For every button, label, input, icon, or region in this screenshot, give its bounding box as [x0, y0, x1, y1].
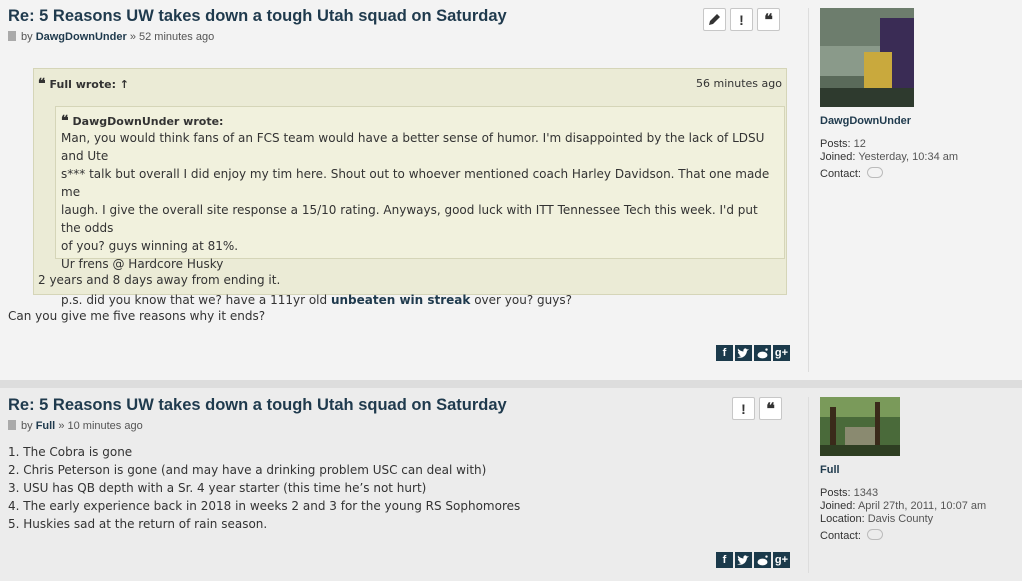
twitter-icon: [737, 554, 749, 565]
share-buttons: f g+: [716, 552, 790, 568]
author-profile: Full Posts: 1343 Joined: April 27th, 201…: [808, 397, 1022, 573]
author-link[interactable]: Full: [36, 420, 56, 432]
exclamation-icon: !: [741, 400, 746, 417]
share-buttons: f g+: [716, 345, 790, 361]
post-time[interactable]: » 52 minutes ago: [130, 31, 214, 43]
profile-posts: Posts: 12: [820, 138, 866, 150]
post-title[interactable]: Re: 5 Reasons UW takes down a tough Utah…: [8, 7, 507, 26]
author-profile: DawgDownUnder Posts: 12 Joined: Yesterda…: [808, 8, 1022, 372]
speech-bubble-icon[interactable]: [867, 167, 884, 178]
post-body: Can you give me five reasons why it ends…: [8, 309, 266, 323]
post-actions: ! ❝: [732, 397, 782, 420]
facebook-share-button[interactable]: f: [716, 552, 733, 568]
report-button[interactable]: !: [730, 8, 753, 31]
profile-contact: Contact:: [820, 529, 1022, 543]
post-icon: [8, 31, 16, 41]
avatar[interactable]: [820, 8, 914, 107]
quote-icon: ❝: [766, 399, 775, 418]
quote-button[interactable]: ❝: [757, 8, 780, 31]
quote-author-link[interactable]: Full wrote: ↑: [50, 78, 129, 91]
twitter-share-button[interactable]: [735, 552, 752, 568]
blockquote: ❝ Full wrote: ↑ 56 minutes ago ❝ DawgDownU…: [33, 68, 787, 307]
google-plus-share-button[interactable]: g+: [773, 552, 790, 568]
list-item: 2. Chris Peterson is gone (and may have …: [8, 463, 487, 477]
profile-username[interactable]: Full: [820, 464, 1022, 476]
post-byline: by Full » 10 minutes ago: [8, 420, 143, 432]
profile-contact: Contact:: [820, 167, 1022, 181]
twitter-share-button[interactable]: [735, 345, 752, 361]
inner-quote-header: ❝ DawgDownUnder wrote:: [61, 113, 224, 129]
quote-button[interactable]: ❝: [759, 397, 782, 420]
post-divider: [0, 380, 1022, 388]
list-item: 4. The early experience back in 2018 in …: [8, 499, 521, 513]
quote-icon: ❝: [38, 76, 46, 92]
quote-icon: ❝: [764, 10, 773, 29]
nested-blockquote: ❝ DawgDownUnder wrote: Man, you would thi…: [55, 106, 785, 307]
post-title[interactable]: Re: 5 Reasons UW takes down a tough Utah…: [8, 396, 507, 415]
reddit-icon: [757, 347, 768, 358]
post-body: 1. The Cobra is gone 2. Chris Peterson i…: [8, 443, 520, 533]
reddit-icon: [757, 554, 768, 565]
quote-time: 56 minutes ago: [696, 77, 782, 90]
author-link[interactable]: DawgDownUnder: [36, 31, 127, 43]
quote-reply-text: 2 years and 8 days away from ending it.: [38, 273, 281, 287]
profile-username[interactable]: DawgDownUnder: [820, 115, 1022, 127]
profile-location: Location: Davis County: [820, 513, 934, 525]
post-icon: [8, 420, 16, 430]
speech-bubble-icon[interactable]: [867, 529, 884, 540]
post-actions: ! ❝: [703, 8, 780, 31]
reddit-share-button[interactable]: [754, 345, 771, 361]
post-2: Re: 5 Reasons UW takes down a tough Utah…: [0, 388, 1022, 581]
edit-button[interactable]: [703, 8, 726, 31]
report-button[interactable]: !: [732, 397, 755, 420]
list-item: 5. Huskies sad at the return of rain sea…: [8, 517, 268, 531]
profile-joined: Joined: April 27th, 2011, 10:07 am: [820, 500, 987, 512]
exclamation-icon: !: [739, 11, 744, 28]
avatar[interactable]: [820, 397, 900, 456]
post-byline: by DawgDownUnder » 52 minutes ago: [8, 31, 214, 43]
post-1: Re: 5 Reasons UW takes down a tough Utah…: [0, 0, 1022, 380]
facebook-share-button[interactable]: f: [716, 345, 733, 361]
reddit-share-button[interactable]: [754, 552, 771, 568]
profile-posts: Posts: 1343: [820, 487, 879, 499]
pencil-icon: [709, 14, 720, 25]
list-item: 1. The Cobra is gone: [8, 445, 133, 459]
list-item: 3. USU has QB depth with a Sr. 4 year st…: [8, 481, 427, 495]
profile-joined: Joined: Yesterday, 10:34 am: [820, 151, 959, 163]
quote-header: ❝ Full wrote: ↑: [38, 76, 129, 92]
post-time[interactable]: » 10 minutes ago: [58, 420, 142, 432]
google-plus-share-button[interactable]: g+: [773, 345, 790, 361]
quote-icon: ❝: [61, 113, 69, 129]
twitter-icon: [737, 347, 749, 358]
